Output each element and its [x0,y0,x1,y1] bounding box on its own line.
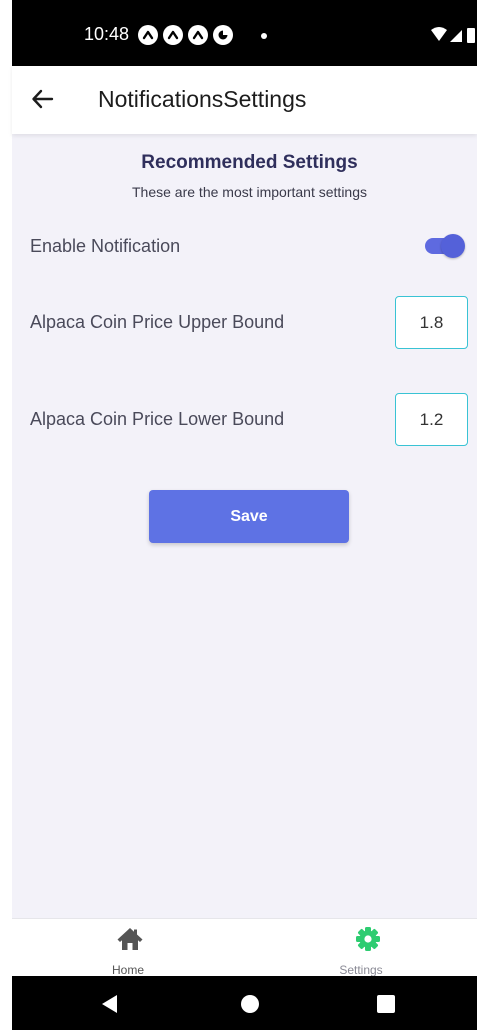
section-title: Recommended Settings [141,152,358,173]
section-subtitle: These are the most important settings [132,184,367,200]
cellular-signal-icon [450,30,462,42]
app-bar: NotificationsSettings [12,66,477,134]
nav-recents-icon[interactable] [375,993,397,1015]
wifi-icon [431,27,447,41]
signal-battery-icons [429,25,477,45]
lower-bound-label: Alpaca Coin Price Lower Bound [30,409,285,429]
system-nav-bar [12,976,477,1030]
home-icon [116,926,144,952]
app-notification-icon [163,25,183,45]
bottom-tab-bar: Home Settings [12,918,477,977]
tab-settings[interactable]: Settings [245,919,477,977]
more-notifications-dot [261,33,267,39]
page-title: NotificationsSettings [98,86,307,112]
status-bar: 10:48 [12,0,477,66]
nav-back-icon[interactable] [99,993,121,1015]
settings-content: Recommended Settings These are the most … [12,134,477,918]
toggle-thumb [441,234,465,258]
lower-bound-input[interactable] [395,393,468,446]
upper-bound-label: Alpaca Coin Price Upper Bound [30,312,285,332]
gear-icon [355,926,383,952]
nav-home-icon[interactable] [239,993,261,1015]
app-notification-icon [138,25,158,45]
app-notification-icon [188,25,208,45]
app-notification-icon [213,25,233,45]
tab-settings-label: Settings [339,963,383,977]
save-button[interactable]: Save [149,490,349,543]
status-time: 10:48 [84,24,130,44]
phone-screen: 10:48 NotificationsSettings Recommended … [0,0,477,1030]
tab-home-label: Home [111,963,144,977]
enable-notification-label: Enable Notification [30,236,181,256]
upper-bound-input[interactable] [395,296,468,349]
enable-notification-toggle[interactable] [425,234,465,258]
battery-icon [467,28,475,43]
back-arrow-icon[interactable] [30,86,56,112]
tab-home[interactable]: Home [12,919,244,977]
